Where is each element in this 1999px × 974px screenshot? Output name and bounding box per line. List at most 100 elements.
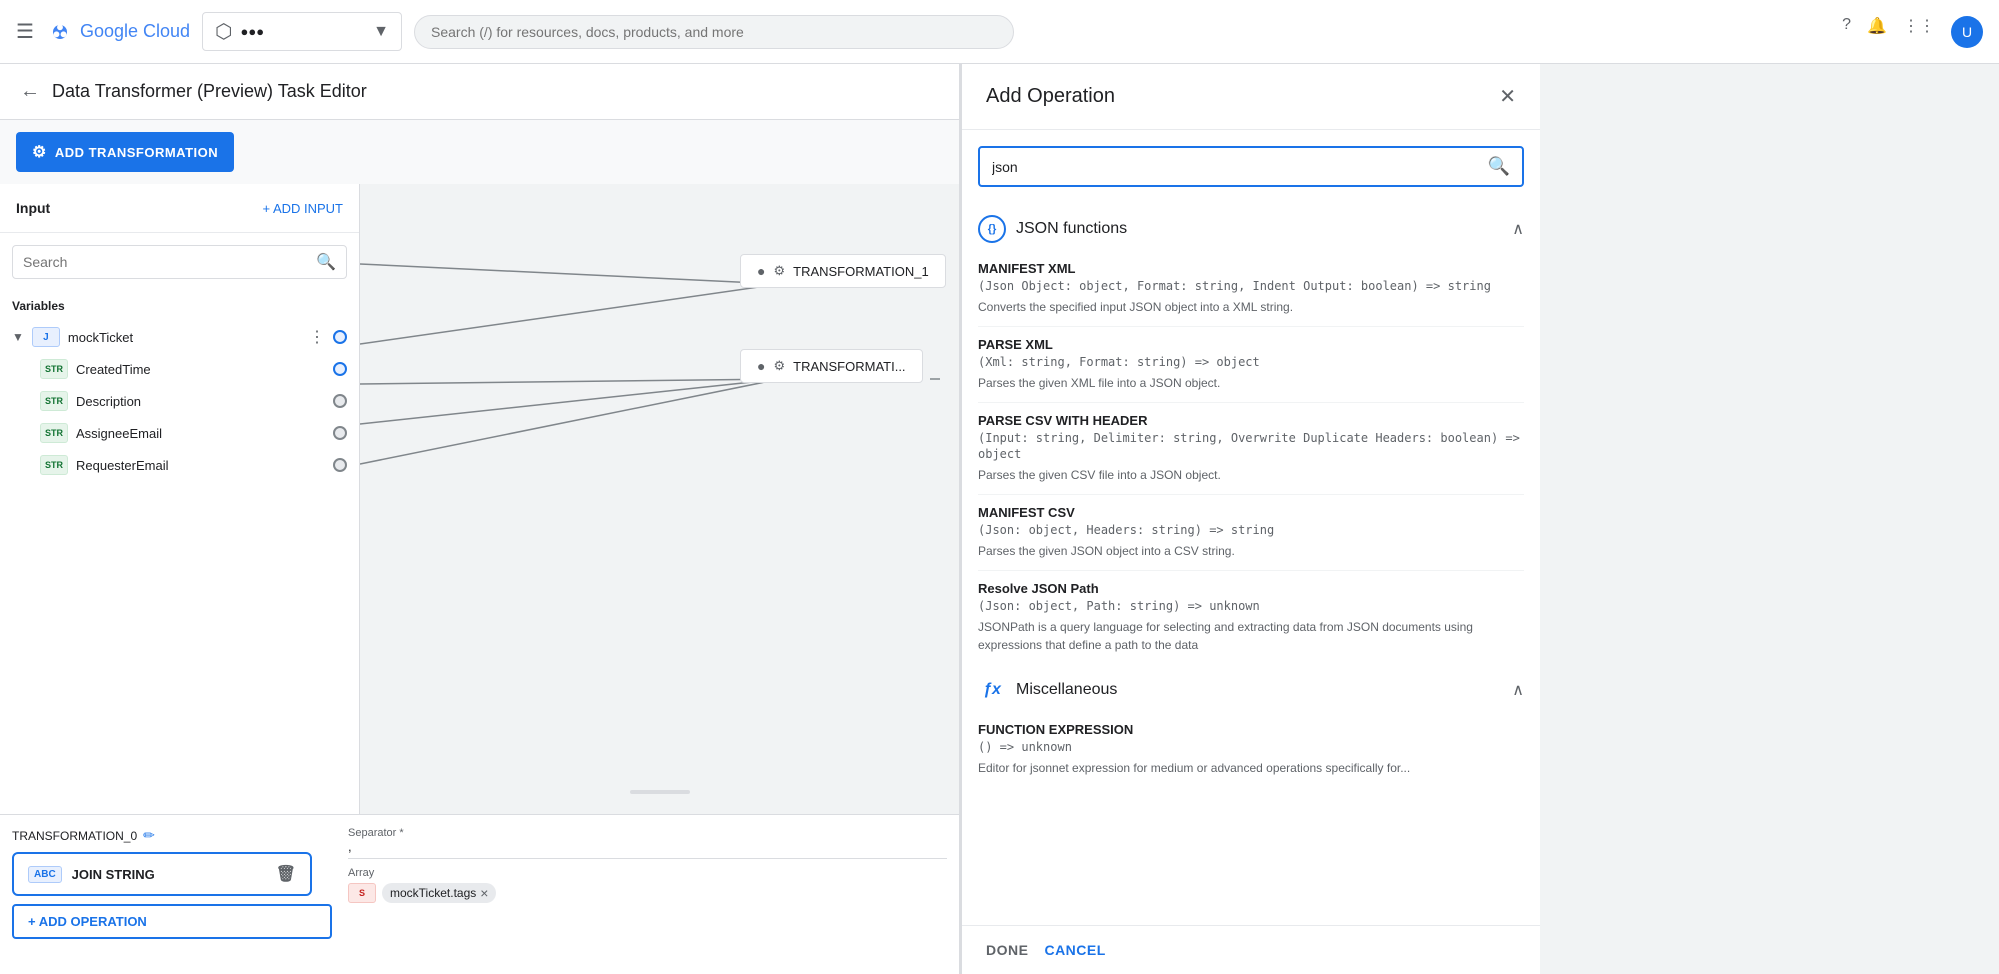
operation-area: TRANSFORMATION_0 ✏ ABC JOIN STRING 🗑 + A… bbox=[0, 814, 959, 974]
variable-name-assigneeemail: AssigneeEmail bbox=[76, 426, 325, 441]
edit-icon[interactable]: ✏ bbox=[143, 827, 155, 844]
google-cloud-logo: Google Cloud bbox=[46, 18, 190, 46]
add-transformation-button[interactable]: ⚙ ADD TRANSFORMATION bbox=[16, 132, 234, 172]
right-panel-header: Add Operation ✕ bbox=[962, 64, 1540, 130]
op-name: MANIFEST CSV bbox=[978, 505, 1524, 520]
page-title: Data Transformer (Preview) Task Editor bbox=[52, 81, 367, 102]
json-section-icon: {} bbox=[978, 215, 1006, 243]
variable-name-mockticket: mockTicket bbox=[68, 330, 301, 345]
nav-icons: ? 🔔 ⋮⋮ U bbox=[1842, 16, 1983, 48]
operations-list: {} JSON functions ∧ MANIFEST XML (Json O… bbox=[962, 203, 1540, 925]
misc-collapse-icon: ∧ bbox=[1512, 680, 1524, 700]
variable-item-description[interactable]: STR Description bbox=[0, 385, 359, 417]
operation-card-section: TRANSFORMATION_0 ✏ ABC JOIN STRING 🗑 + A… bbox=[12, 827, 332, 939]
right-panel-title: Add Operation bbox=[986, 85, 1115, 108]
variable-badge-j: J bbox=[32, 327, 60, 347]
global-search-input[interactable] bbox=[414, 15, 1014, 49]
transformation-node-2[interactable]: ● ⚙ TRANSFORMATI... bbox=[740, 349, 923, 383]
op-signature: (Json: object, Path: string) => unknown bbox=[978, 598, 1524, 615]
op-name: MANIFEST XML bbox=[978, 261, 1524, 276]
variables-header: Input + ADD INPUT bbox=[0, 184, 359, 233]
variable-item-assigneeemail[interactable]: STR AssigneeEmail bbox=[0, 417, 359, 449]
add-input-button[interactable]: + ADD INPUT bbox=[262, 201, 343, 216]
variable-name-description: Description bbox=[76, 394, 325, 409]
section-header-left: {} JSON functions bbox=[978, 215, 1127, 243]
help-icon[interactable]: ? bbox=[1842, 16, 1851, 48]
gear-icon: ⚙ bbox=[32, 142, 47, 162]
op-description: Parses the given XML file into a JSON ob… bbox=[978, 374, 1524, 392]
scrollbar-indicator bbox=[630, 790, 690, 794]
logo-text: Google Cloud bbox=[80, 21, 190, 42]
op-signature: () => unknown bbox=[978, 739, 1524, 756]
array-badge-s: S bbox=[348, 883, 376, 903]
transformation-label-text: TRANSFORMATION_0 bbox=[12, 829, 137, 843]
op-name: PARSE CSV WITH HEADER bbox=[978, 413, 1524, 428]
op-function-expression[interactable]: FUNCTION EXPRESSION () => unknown Editor… bbox=[978, 712, 1524, 787]
separator-value[interactable]: , bbox=[348, 839, 947, 859]
hamburger-icon[interactable]: ☰ bbox=[16, 19, 34, 44]
add-operation-button[interactable]: + ADD OPERATION bbox=[12, 904, 332, 939]
misc-operations: FUNCTION EXPRESSION () => unknown Editor… bbox=[978, 712, 1524, 787]
variable-item-requesteremail[interactable]: STR RequesterEmail bbox=[0, 449, 359, 481]
right-panel: Add Operation ✕ 🔍 {} JSON functions ∧ MA… bbox=[960, 64, 1540, 974]
variable-badge-str: STR bbox=[40, 455, 68, 475]
canvas-graph: ● ⚙ TRANSFORMATION_1 ● ⚙ TRANSFORMATI... bbox=[360, 184, 959, 814]
op-description: JSONPath is a query language for selecti… bbox=[978, 618, 1524, 654]
cancel-button[interactable]: CANCEL bbox=[1044, 942, 1105, 958]
transformation-node-1[interactable]: ● ⚙ TRANSFORMATION_1 bbox=[740, 254, 946, 288]
op-description: Converts the specified input JSON object… bbox=[978, 298, 1524, 316]
op-signature: (Input: string, Delimiter: string, Overw… bbox=[978, 430, 1524, 464]
right-panel-footer: DONE CANCEL bbox=[962, 925, 1540, 974]
misc-section-header[interactable]: ƒx Miscellaneous ∧ bbox=[978, 664, 1524, 712]
done-button[interactable]: DONE bbox=[986, 942, 1028, 958]
misc-section-title: Miscellaneous bbox=[1016, 681, 1117, 699]
search-operation-input[interactable] bbox=[992, 159, 1480, 175]
notifications-icon[interactable]: 🔔 bbox=[1867, 16, 1887, 48]
search-operation-icon[interactable]: 🔍 bbox=[1488, 156, 1510, 177]
project-selector[interactable]: ⬡ ●●● ▼ bbox=[202, 12, 402, 51]
array-label: Array bbox=[348, 867, 947, 879]
project-name: ●●● bbox=[240, 24, 264, 39]
node-label-1: TRANSFORMATION_1 bbox=[793, 264, 929, 279]
app-body: ← Data Transformer (Preview) Task Editor… bbox=[0, 64, 1999, 974]
variables-search-box: 🔍 bbox=[12, 245, 347, 279]
back-button[interactable]: ← bbox=[20, 80, 40, 103]
transformation-label: TRANSFORMATION_0 ✏ bbox=[12, 827, 332, 844]
separator-field: Separator * , bbox=[348, 827, 947, 859]
node-connector-left: ● bbox=[757, 263, 765, 279]
expand-arrow-icon: ▼ bbox=[12, 330, 24, 344]
delete-icon[interactable]: 🗑 bbox=[276, 864, 296, 884]
variable-badge-str: STR bbox=[40, 423, 68, 443]
op-manifest-xml[interactable]: MANIFEST XML (Json Object: object, Forma… bbox=[978, 251, 1524, 327]
op-parse-csv[interactable]: PARSE CSV WITH HEADER (Input: string, De… bbox=[978, 403, 1524, 496]
op-resolve-json-path[interactable]: Resolve JSON Path (Json: object, Path: s… bbox=[978, 571, 1524, 664]
operation-inputs: Separator * , Array S mockTicket.tags × bbox=[348, 827, 947, 903]
apps-icon[interactable]: ⋮⋮ bbox=[1903, 16, 1935, 48]
variable-connector-dot bbox=[333, 362, 347, 376]
op-signature: (Json Object: object, Format: string, In… bbox=[978, 278, 1524, 295]
variable-item-mockticket[interactable]: ▼ J mockTicket ⋮ bbox=[0, 321, 359, 353]
close-button[interactable]: ✕ bbox=[1499, 84, 1516, 109]
account-icon[interactable]: U bbox=[1951, 16, 1983, 48]
op-manifest-csv[interactable]: MANIFEST CSV (Json: object, Headers: str… bbox=[978, 495, 1524, 571]
variable-connector-dot bbox=[333, 458, 347, 472]
op-description: Editor for jsonnet expression for medium… bbox=[978, 759, 1524, 777]
op-description: Parses the given CSV file into a JSON ob… bbox=[978, 466, 1524, 484]
operation-name: JOIN STRING bbox=[72, 867, 155, 882]
json-functions-section-header[interactable]: {} JSON functions ∧ bbox=[978, 203, 1524, 251]
op-parse-xml[interactable]: PARSE XML (Xml: string, Format: string) … bbox=[978, 327, 1524, 403]
json-section-title: JSON functions bbox=[1016, 220, 1127, 238]
tag-text: mockTicket.tags bbox=[390, 886, 476, 900]
operation-card[interactable]: ABC JOIN STRING 🗑 bbox=[12, 852, 312, 896]
op-name: FUNCTION EXPRESSION bbox=[978, 722, 1524, 737]
variable-menu-icon[interactable]: ⋮ bbox=[309, 327, 325, 347]
variable-badge-str: STR bbox=[40, 359, 68, 379]
variable-connector-dot bbox=[333, 426, 347, 440]
task-header: ← Data Transformer (Preview) Task Editor bbox=[0, 64, 959, 120]
variable-badge-str: STR bbox=[40, 391, 68, 411]
tag-remove-icon[interactable]: × bbox=[480, 885, 488, 901]
op-signature: (Json: object, Headers: string) => strin… bbox=[978, 522, 1524, 539]
tag-chip[interactable]: mockTicket.tags × bbox=[382, 883, 496, 903]
variables-search-input[interactable] bbox=[23, 254, 308, 270]
variable-item-createdtime[interactable]: STR CreatedTime bbox=[0, 353, 359, 385]
